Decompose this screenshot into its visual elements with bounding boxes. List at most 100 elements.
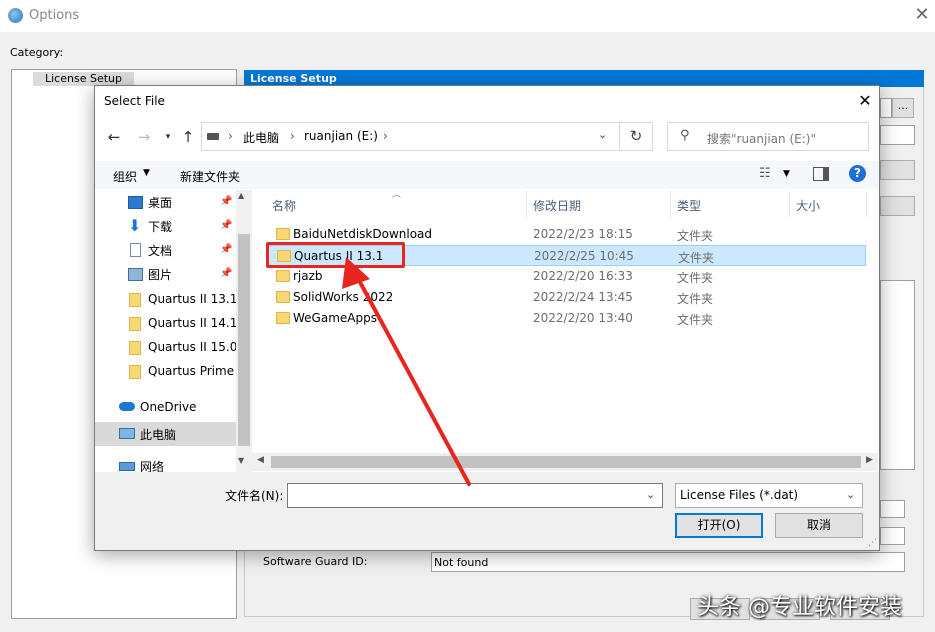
breadcrumb-separator-icon: › <box>290 129 295 143</box>
dialog-close-icon[interactable]: ✕ <box>853 90 877 112</box>
folder-icon <box>276 291 290 303</box>
forward-arrow-icon[interactable]: → <box>133 126 155 148</box>
column-separator <box>670 191 671 217</box>
options-field-edge-3 <box>880 500 905 518</box>
document-icon <box>130 243 141 257</box>
breadcrumb-separator-icon: › <box>383 129 388 143</box>
nav-scroll-down-icon[interactable]: ▼ <box>238 456 244 465</box>
options-button-edge[interactable] <box>880 160 915 180</box>
back-arrow-icon[interactable]: ← <box>103 126 125 148</box>
options-field-edge-4 <box>880 527 905 545</box>
desktop-icon <box>128 196 143 209</box>
folder-icon <box>129 317 141 331</box>
open-button[interactable]: 打开(O) <box>675 513 763 538</box>
file-type: 文件夹 <box>677 292 714 306</box>
pin-icon: 📌 <box>220 268 233 279</box>
file-date: 2022/2/23 18:15 <box>533 227 633 241</box>
nav-scrollbar-thumb[interactable] <box>238 234 250 446</box>
watermark-text: 头条 @专业软件安装 <box>697 595 902 620</box>
options-app-icon <box>8 8 23 23</box>
options-close-icon[interactable]: ✕ <box>912 5 932 25</box>
folder-icon <box>129 365 141 379</box>
nav-item-quartus-prime[interactable]: Quartus Prime <box>148 360 234 382</box>
category-item-license-setup[interactable]: License Setup <box>33 72 134 86</box>
browse-button[interactable]: ... <box>892 98 914 118</box>
category-label: Category: <box>10 46 64 59</box>
column-separator <box>526 191 527 217</box>
nav-item-pictures[interactable]: 图片 <box>148 264 172 286</box>
nav-item-this-pc[interactable]: 此电脑 <box>140 424 176 446</box>
annotation-arrow-icon <box>342 257 471 486</box>
options-field-edge[interactable] <box>880 125 915 145</box>
license-text-area-edge <box>880 280 915 470</box>
nav-item-quartus-14-1[interactable]: Quartus II 14.1 <box>148 312 237 334</box>
cancel-button[interactable]: 取消 <box>775 513 863 538</box>
computer-icon <box>119 428 135 439</box>
pin-icon: 📌 <box>220 196 233 207</box>
scroll-right-icon[interactable]: ▶ <box>866 455 873 465</box>
file-type: 文件夹 <box>677 229 714 243</box>
search-input[interactable]: ⚲ 搜索"ruanjian (E:)" <box>667 122 869 151</box>
nav-item-downloads[interactable]: 下载 <box>148 216 172 238</box>
refresh-icon[interactable]: ↻ <box>620 122 653 151</box>
up-arrow-icon[interactable]: ↑ <box>177 126 199 148</box>
filetype-select[interactable]: License Files (*.dat) ⌄ <box>675 483 863 508</box>
view-options-icon[interactable]: ☷ <box>759 166 771 181</box>
search-placeholder: 搜索"ruanjian (E:)" <box>707 132 816 146</box>
picture-icon <box>128 268 143 281</box>
file-date: 2022/2/20 16:33 <box>533 269 633 283</box>
navigation-items: 桌面 📌 ⬇ 下载 📌 文档 📌 图片 📌 Quartus II 13.1 Qu… <box>95 190 237 474</box>
filename-label: 文件名(N): <box>225 489 284 503</box>
nav-scroll-up-icon[interactable]: ▲ <box>238 191 244 200</box>
cloud-icon <box>119 402 135 411</box>
address-dropdown-chevron-icon[interactable]: ⌄ <box>598 128 607 141</box>
column-header-name[interactable]: 名称 <box>272 197 296 214</box>
breadcrumb-separator-icon: › <box>228 129 233 143</box>
download-icon: ⬇ <box>128 216 142 235</box>
column-separator <box>866 191 867 217</box>
options-button-edge-2[interactable] <box>880 196 915 216</box>
file-type: 文件夹 <box>678 251 715 265</box>
file-type: 文件夹 <box>677 271 714 285</box>
search-icon: ⚲ <box>680 128 690 143</box>
folder-icon <box>276 228 290 240</box>
column-header-type[interactable]: 类型 <box>677 197 701 214</box>
license-file-field-edge[interactable] <box>880 98 892 118</box>
filetype-chevron-icon[interactable]: ⌄ <box>846 488 855 501</box>
file-name: BaiduNetdiskDownload <box>293 227 433 241</box>
organize-button[interactable]: 组织 <box>113 168 137 185</box>
help-icon[interactable]: ? <box>849 165 866 182</box>
column-separator <box>789 191 790 217</box>
column-header-date[interactable]: 修改日期 <box>533 197 581 214</box>
folder-icon <box>129 341 141 355</box>
breadcrumb-folder[interactable]: ruanjian (E:) <box>304 129 378 143</box>
column-header-size[interactable]: 大小 <box>796 197 820 214</box>
preview-pane-icon[interactable] <box>813 167 829 181</box>
filename-dropdown-chevron-icon[interactable]: ⌄ <box>646 488 655 501</box>
options-titlebar <box>0 0 935 32</box>
software-guard-id-field: Not found <box>431 552 905 572</box>
file-date: 2022/2/20 13:40 <box>533 311 633 325</box>
view-chevron-icon[interactable]: ▼ <box>783 169 790 179</box>
resize-grip-icon[interactable]: ⋰ <box>868 538 877 548</box>
filetype-value: License Files (*.dat) <box>680 488 799 502</box>
software-guard-id-label: Software Guard ID: <box>263 555 368 568</box>
nav-item-onedrive[interactable]: OneDrive <box>140 396 196 418</box>
breadcrumb-root[interactable]: 此电脑 <box>243 129 279 146</box>
pin-icon: 📌 <box>220 244 233 255</box>
drive-icon <box>207 133 219 140</box>
organize-chevron-icon[interactable]: ▼ <box>143 168 150 178</box>
nav-item-quartus-15-0[interactable]: Quartus II 15.0 <box>148 336 237 358</box>
nav-item-quartus-13-1[interactable]: Quartus II 13.1 <box>148 288 237 310</box>
folder-icon <box>276 312 290 324</box>
sort-ascending-icon: ︿ <box>392 190 402 200</box>
address-bar[interactable]: › 此电脑 › ruanjian (E:) › ⌄ <box>201 122 620 151</box>
recent-chevron-icon[interactable]: ▾ <box>157 126 179 148</box>
new-folder-button[interactable]: 新建文件夹 <box>180 168 240 185</box>
folder-icon <box>276 270 290 282</box>
nav-item-documents[interactable]: 文档 <box>148 240 172 262</box>
command-toolbar: 组织 ▼ 新建文件夹 ☷ ▼ ? <box>95 161 879 189</box>
scroll-left-icon[interactable]: ◀ <box>257 455 264 465</box>
file-date: 2022/2/25 10:45 <box>534 249 634 263</box>
nav-item-desktop[interactable]: 桌面 <box>148 192 172 214</box>
